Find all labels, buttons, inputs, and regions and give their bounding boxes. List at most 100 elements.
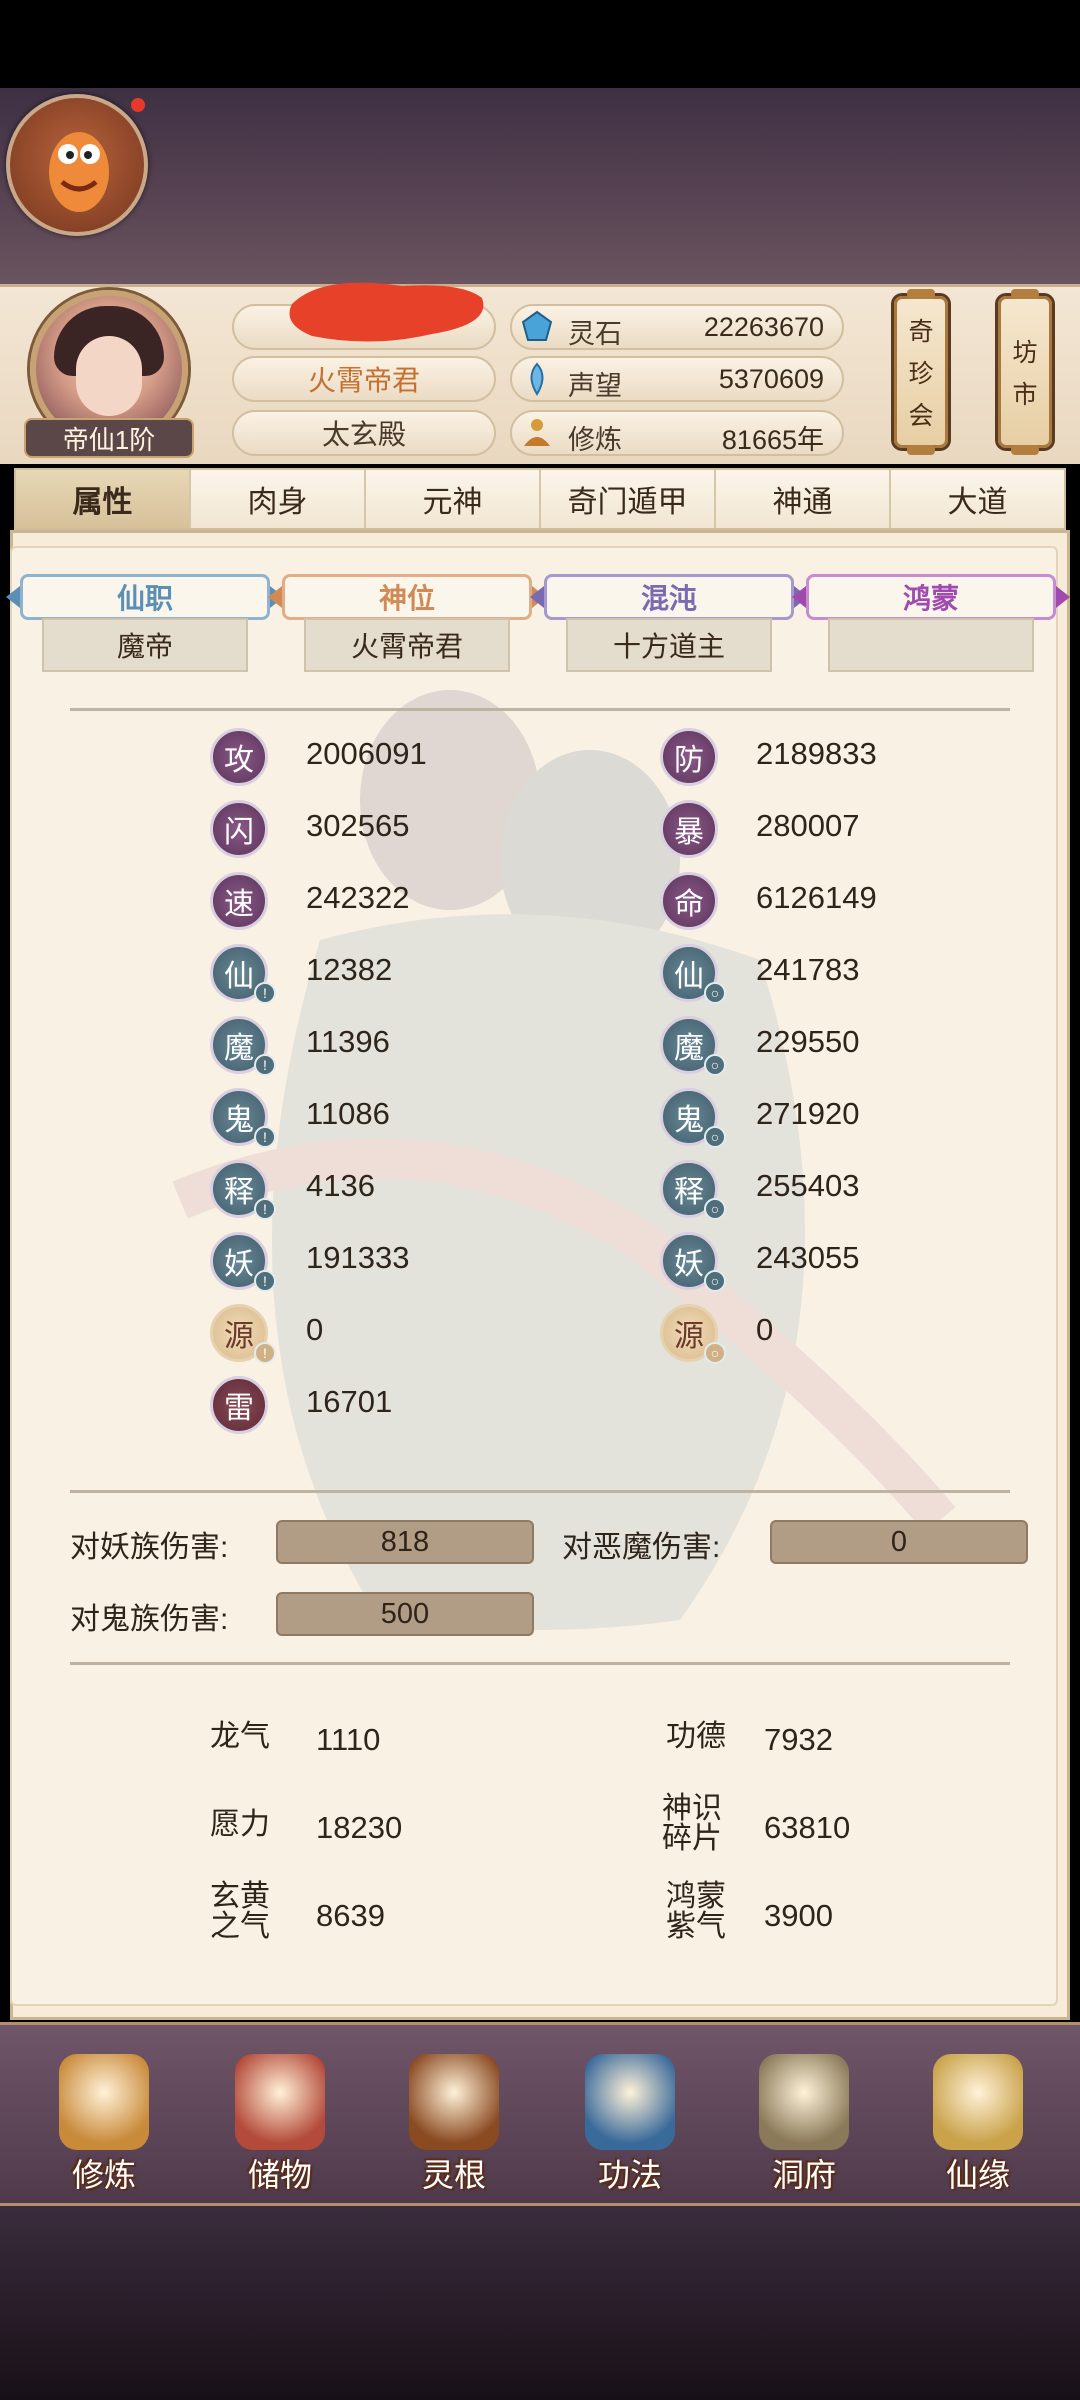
prestige-icon <box>530 362 544 396</box>
damage-vs-demon-value: 0 <box>770 1520 1028 1564</box>
stat-value: 2189833 <box>756 736 877 771</box>
rank-hongmeng: 鸿蒙 <box>792 574 1070 678</box>
stat-value: 4136 <box>306 1168 375 1203</box>
misc-value: 8639 <box>316 1898 385 1933</box>
stat-glyph-icon[interactable]: 防 <box>660 728 718 786</box>
tab-abilities[interactable]: 神通 <box>716 470 891 528</box>
ring-badge-icon: ○ <box>704 1126 726 1148</box>
nav-technique-book[interactable]: 功法 <box>560 2050 700 2200</box>
technique-book-icon <box>585 2054 675 2150</box>
section-divider <box>70 1490 1010 1493</box>
stat-row: 防 2189833 <box>660 728 980 786</box>
resource-prestige: 声望 5370609 <box>510 356 844 402</box>
resource-label: 灵石 <box>568 319 622 349</box>
attribute-tabs: 属性 肉身 元神 奇门遁甲 神通 大道 <box>14 468 1066 530</box>
stat-row: 雷 16701 <box>210 1376 530 1434</box>
misc-value: 63810 <box>764 1810 851 1845</box>
damage-vs-yao-value: 818 <box>276 1520 534 1564</box>
nav-label: 储物 <box>247 2157 312 2193</box>
info-badge-icon: ! <box>254 1198 276 1220</box>
nav-cave-dwelling[interactable]: 洞府 <box>734 2050 874 2200</box>
tab-body[interactable]: 肉身 <box>191 470 366 528</box>
tab-attributes[interactable]: 属性 <box>16 470 191 528</box>
misc-label-wish-power: 愿力 <box>210 1808 270 1841</box>
redaction-mark <box>289 282 484 342</box>
stat-value: 271920 <box>756 1096 860 1131</box>
treasure-fair-button[interactable]: 奇 珍 会 <box>894 289 948 455</box>
stat-value: 0 <box>306 1312 324 1347</box>
fate-gourd-icon <box>933 2054 1023 2150</box>
resource-value: 22263670 <box>703 312 824 342</box>
stat-glyph-icon[interactable]: 攻 <box>210 728 268 786</box>
rank-value: 魔帝 <box>42 618 248 672</box>
stat-row: 释! 4136 <box>210 1160 530 1220</box>
stat-row: 命 6126149 <box>660 872 980 930</box>
ring-badge-icon: ○ <box>704 982 726 1004</box>
stat-row: 闪 302565 <box>210 800 530 858</box>
stat-value: 6126149 <box>756 880 877 915</box>
top-banner <box>0 88 1080 288</box>
stat-row: 释 ○ 255403 <box>660 1160 980 1220</box>
storage-bag-icon <box>235 2054 325 2150</box>
stat-row: 鬼! 11086 <box>210 1088 530 1148</box>
misc-value: 3900 <box>764 1898 833 1933</box>
resource-cultivation: 修炼 81665年 <box>510 410 844 456</box>
resource-spirit-stone: 灵石 22263670 <box>510 304 844 350</box>
stat-glyph-icon[interactable]: 雷 <box>210 1376 268 1434</box>
meditating-figure-icon <box>59 2054 149 2150</box>
ring-badge-icon: ○ <box>704 1270 726 1292</box>
section-divider <box>70 1662 1010 1665</box>
stat-row: 仙 ○ 241783 <box>660 944 980 1004</box>
stat-glyph-icon[interactable]: 暴 <box>660 800 718 858</box>
stat-value: 191333 <box>306 1240 410 1275</box>
stat-value: 302565 <box>306 808 410 843</box>
stat-row: 攻 2006091 <box>210 728 530 786</box>
stat-row: 魔 ○ 229550 <box>660 1016 980 1076</box>
resource-value: 81665年 <box>721 425 824 455</box>
damage-vs-demon-label: 对恶魔伤害: <box>562 1531 721 1564</box>
stat-value: 11086 <box>306 1096 390 1131</box>
stat-value: 0 <box>756 1312 774 1347</box>
tab-qimen[interactable]: 奇门遁甲 <box>541 470 716 528</box>
info-badge-icon: ! <box>254 1342 276 1364</box>
spirit-root-icon <box>409 2054 499 2150</box>
player-title: 火霄帝君 <box>232 356 496 402</box>
nav-storage-bag[interactable]: 储物 <box>210 2050 350 2200</box>
info-badge-icon: ! <box>254 1054 276 1076</box>
misc-label-merit: 功德 <box>666 1720 726 1753</box>
market-button[interactable]: 坊 市 <box>998 289 1052 455</box>
info-badge-icon: ! <box>254 1126 276 1148</box>
stat-glyph-icon[interactable]: 命 <box>660 872 718 930</box>
stat-row: 魔! 11396 <box>210 1016 530 1076</box>
stat-glyph-icon[interactable]: 闪 <box>210 800 268 858</box>
stat-value: 241783 <box>756 952 860 987</box>
resource-value: 5370609 <box>718 364 824 394</box>
nav-spirit-root[interactable]: 灵根 <box>384 2050 524 2200</box>
ring-badge-icon: ○ <box>704 1342 726 1364</box>
misc-label-hongmeng-qi: 鸿蒙紫气 <box>666 1880 726 1943</box>
ring-badge-icon: ○ <box>704 1054 726 1076</box>
tab-dao[interactable]: 大道 <box>891 470 1064 528</box>
nav-label: 仙缘 <box>945 2157 1010 2193</box>
stat-value: 12382 <box>306 952 393 987</box>
damage-vs-yao-label: 对妖族伤害: <box>70 1531 229 1564</box>
nav-fate-gourd[interactable]: 仙缘 <box>908 2050 1048 2200</box>
misc-value: 18230 <box>316 1810 403 1845</box>
misc-value: 7932 <box>764 1722 833 1757</box>
rank-divine-position: 神位 火霄帝君 <box>268 574 546 678</box>
rank-value: 十方道主 <box>566 618 772 672</box>
resource-label: 声望 <box>568 371 622 401</box>
stat-value: 242322 <box>306 880 410 915</box>
stat-value: 255403 <box>756 1168 860 1203</box>
stat-row: 源! 0 <box>210 1304 530 1364</box>
rank-value: 火霄帝君 <box>304 618 510 672</box>
stat-value: 243055 <box>756 1240 860 1275</box>
stat-glyph-icon[interactable]: 速 <box>210 872 268 930</box>
stat-value: 16701 <box>306 1384 393 1419</box>
nav-meditating-figure[interactable]: 修炼 <box>34 2050 174 2200</box>
mascot-avatar-button[interactable] <box>6 94 148 236</box>
tab-spirit[interactable]: 元神 <box>366 470 541 528</box>
stat-row: 妖 ○ 243055 <box>660 1232 980 1292</box>
misc-label-xuanhuang-qi: 玄黄之气 <box>210 1880 270 1943</box>
nav-label: 功法 <box>597 2157 662 2193</box>
